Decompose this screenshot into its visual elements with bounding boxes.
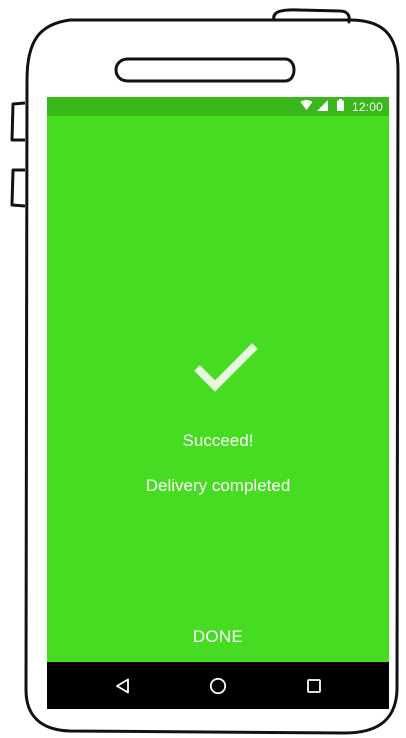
back-icon bbox=[116, 678, 129, 694]
back-button[interactable] bbox=[107, 670, 139, 702]
status-bar: 12:00 bbox=[47, 97, 389, 116]
navigation-bar bbox=[47, 662, 389, 709]
signal-icon bbox=[316, 99, 328, 114]
success-message: Delivery completed bbox=[145, 476, 291, 495]
status-time: 12:00 bbox=[351, 99, 383, 114]
recents-button[interactable] bbox=[298, 670, 330, 702]
home-icon bbox=[209, 677, 227, 695]
wifi-icon bbox=[300, 99, 313, 114]
stage: 12:00 Succeed! Delivery completed DONE bbox=[0, 0, 406, 738]
checkmark-icon bbox=[194, 343, 258, 392]
done-button[interactable]: DONE bbox=[157, 619, 279, 655]
home-button[interactable] bbox=[202, 670, 234, 702]
battery-icon bbox=[336, 99, 344, 114]
recents-icon bbox=[307, 679, 321, 693]
success-title: Succeed! bbox=[182, 431, 254, 450]
app-screen: 12:00 Succeed! Delivery completed DONE bbox=[47, 97, 389, 709]
